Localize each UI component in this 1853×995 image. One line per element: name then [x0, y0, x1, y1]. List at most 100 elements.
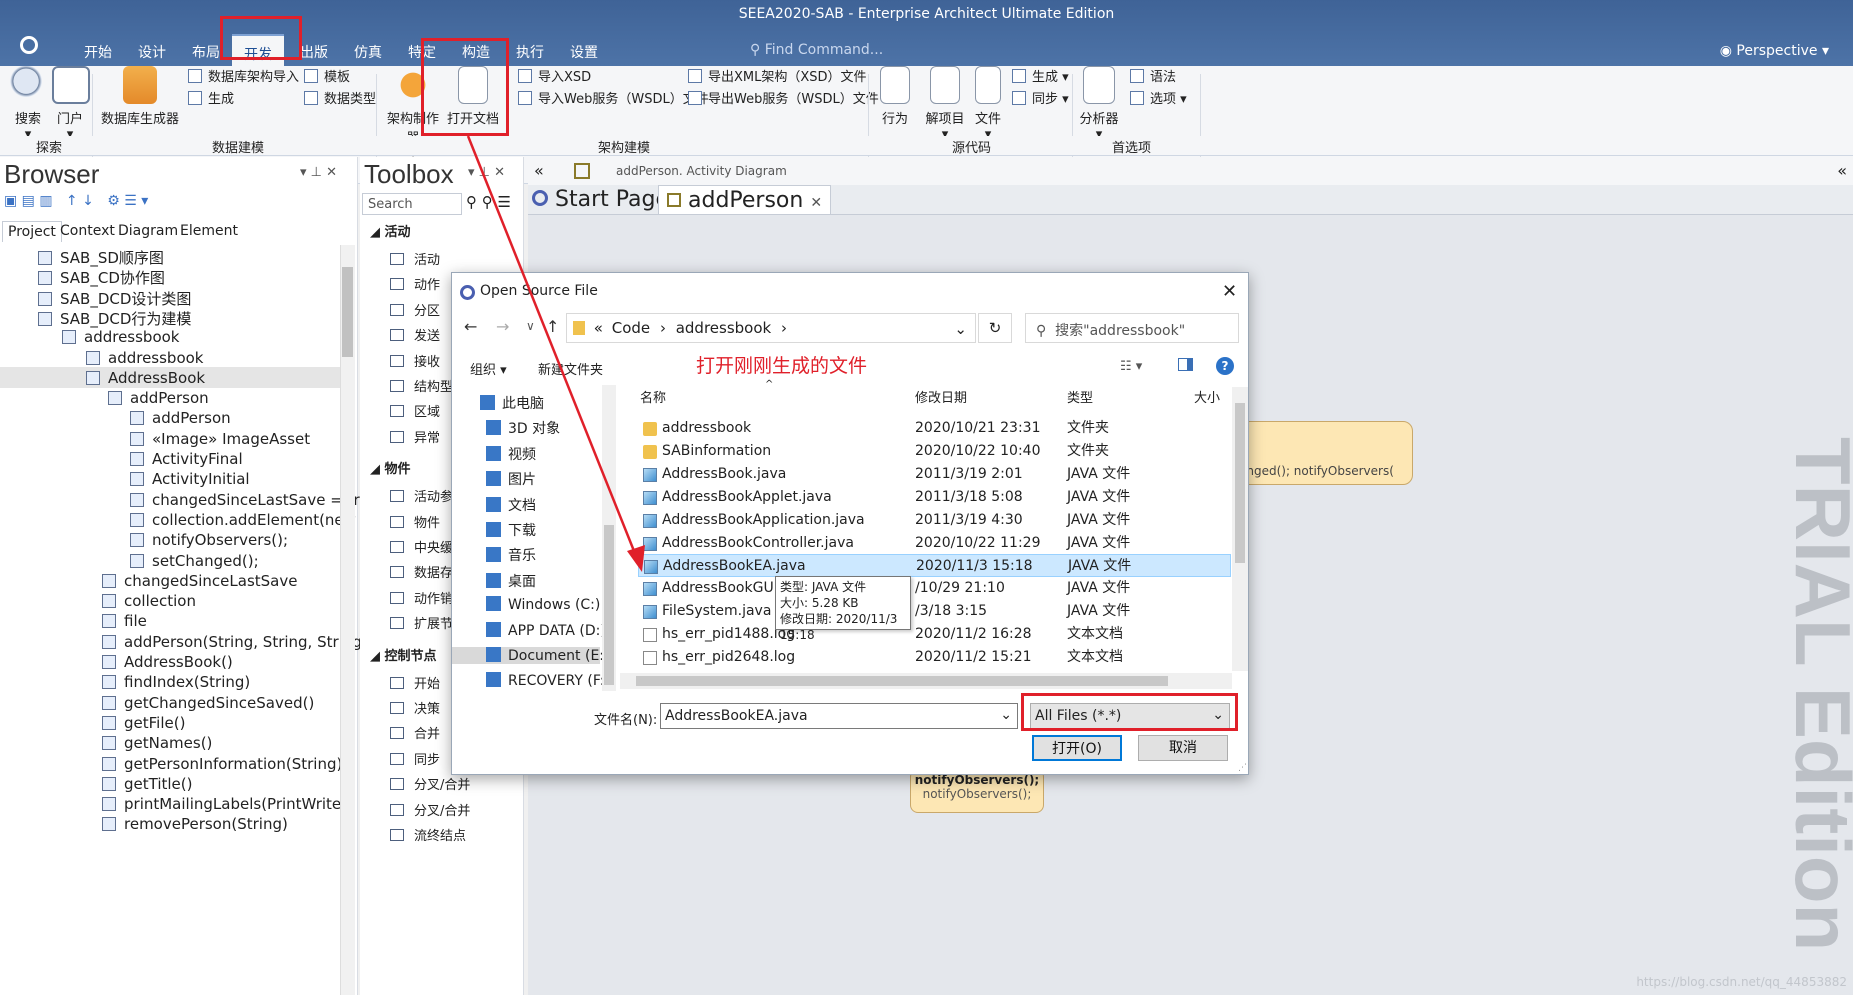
perspective-button[interactable]: ◉ Perspective ▾ — [1720, 43, 1829, 59]
toolbox-search-input[interactable]: Search — [362, 193, 462, 215]
tree-item[interactable]: changedSinceLastSave = tru — [130, 491, 369, 509]
view-options-icon[interactable]: ☷ ▾ — [1120, 359, 1142, 374]
export-wsdl-button[interactable]: 导出Web服务（WSDL）文件 — [688, 88, 879, 107]
col-name[interactable]: 名称 — [640, 387, 666, 406]
file-scroll-thumb-h[interactable] — [636, 676, 1168, 686]
nav-item[interactable]: 音乐 — [486, 545, 536, 565]
nav-item[interactable]: 桌面 — [486, 571, 536, 591]
import-xsd-button[interactable]: 导入XSD — [518, 66, 591, 85]
toolbox-search-icon[interactable]: ⚲ ⚲ ☰ — [466, 193, 511, 211]
toolbox-item[interactable]: 异常 — [390, 427, 440, 446]
help-icon[interactable]: ? — [1216, 357, 1234, 375]
tab-start[interactable]: 开始 — [84, 42, 112, 62]
toolbox-item[interactable]: 区域 — [390, 401, 440, 420]
tree-item[interactable]: removePerson(String) — [102, 815, 288, 833]
toolbox-item[interactable]: 活动 — [390, 249, 440, 268]
file-type-filter[interactable]: All Files (*.*) ⌄ — [1030, 703, 1230, 729]
file-row[interactable]: AddressBookEA.java 2020/11/3 15:18 JAVA 文件 — [638, 554, 1231, 578]
tree-item[interactable]: setChanged(); — [130, 552, 259, 570]
analyzer-button[interactable]: 分析器 ▾ — [1078, 66, 1120, 142]
new-folder-button[interactable]: 新建文件夹 — [538, 359, 603, 378]
file-row[interactable]: AddressBookApplication.java 2011/3/19 4:3… — [638, 509, 1231, 532]
tree-item[interactable]: notifyObservers(); — [130, 531, 288, 549]
grammar-button[interactable]: 语法 — [1130, 66, 1176, 85]
toolbox-item[interactable]: 开始 — [390, 673, 440, 692]
nav-item[interactable]: 文档 — [486, 495, 536, 515]
search-button[interactable]: 搜索 ▾ — [8, 66, 48, 142]
collapse-right-icon[interactable]: « — [1837, 161, 1847, 180]
tree-item[interactable]: printMailingLabels(PrintWriter) — [102, 795, 353, 813]
filter-dropdown-icon[interactable]: ⌄ — [1212, 707, 1224, 723]
portal-button[interactable]: 门户 ▾ — [52, 66, 90, 142]
tab-construct[interactable]: 构造 — [462, 42, 490, 62]
up-button[interactable]: ↑ — [546, 317, 559, 336]
nav-item[interactable]: 下载 — [486, 520, 536, 540]
tree-item[interactable]: collection.addElement(new — [130, 511, 356, 529]
browser-tab-element[interactable]: Element — [180, 223, 238, 239]
tab-develop[interactable]: 开发 — [232, 34, 284, 66]
close-tab-icon[interactable]: ✕ — [810, 195, 822, 211]
toolbox-item[interactable]: 物件 — [390, 512, 440, 531]
db-import-button[interactable]: 数据库架构导入 — [188, 66, 299, 85]
template-button[interactable]: 模板 — [304, 66, 350, 85]
file-row[interactable]: AddressBookApplet.java 2011/3/18 5:08 JAVA… — [638, 486, 1231, 509]
activity-node-notify[interactable]: notifyObservers(); notifyObservers(); — [910, 769, 1044, 813]
solve-button[interactable]: 解项目 ▾ — [922, 66, 968, 142]
file-row[interactable]: AddressBookController.java 2020/10/22 11:… — [638, 532, 1231, 555]
browser-scrollbar[interactable] — [340, 245, 355, 995]
file-row[interactable]: addressbook 2020/10/21 23:31 文件夹 — [638, 417, 1231, 440]
browser-tab-diagram[interactable]: Diagram — [118, 223, 178, 239]
tab-addperson[interactable]: addPerson ✕ — [658, 185, 832, 215]
cancel-button[interactable]: 取消 — [1138, 735, 1228, 761]
toolbox-item[interactable]: 同步 — [390, 749, 440, 768]
toolbox-item[interactable]: 分叉/合并 — [390, 774, 470, 793]
path-code[interactable]: Code — [612, 319, 650, 337]
tree-item[interactable]: «Image» ImageAsset — [130, 430, 310, 448]
col-size[interactable]: 大小 — [1194, 387, 1220, 406]
toolbox-item[interactable]: 扩展节 — [390, 613, 453, 632]
toolbox-section-header[interactable]: ◢ 活动 — [370, 221, 411, 240]
browser-tab-context[interactable]: Context — [60, 223, 115, 239]
refresh-button[interactable]: ↻ — [978, 313, 1012, 343]
back-button[interactable]: ← — [464, 317, 477, 336]
browser-tab-project[interactable]: Project — [2, 221, 62, 242]
path-addressbook[interactable]: addressbook — [676, 319, 772, 337]
tree-item[interactable]: ActivityInitial — [130, 470, 250, 488]
toolbox-item[interactable]: 结构型 — [390, 376, 453, 395]
activity-node[interactable]: anged(); notifyObservers( — [1238, 421, 1413, 485]
nav-item[interactable]: 此电脑 — [480, 393, 544, 413]
nav-item[interactable]: 视频 — [486, 444, 536, 464]
toolbox-item[interactable]: 流终结点 — [390, 825, 466, 844]
file-row[interactable]: AddressBookGUI.ja/10/29 21:10 JAVA 文件 — [638, 577, 1231, 600]
tab-start-page[interactable]: Start Page — [532, 187, 669, 212]
tree-item[interactable]: ActivityFinal — [130, 450, 243, 468]
file-row[interactable]: hs_err_pid2648.log 2020/11/2 15:21 文本文档 — [638, 646, 1231, 669]
address-dropdown-icon[interactable]: ⌄ — [954, 320, 967, 338]
tree-item[interactable]: SAB_CD协作图 — [38, 267, 165, 288]
tab-specific[interactable]: 特定 — [408, 42, 436, 62]
resize-grip-icon[interactable]: ⋰ — [1238, 763, 1247, 773]
toolbox-item[interactable]: 合并 — [390, 723, 440, 742]
toolbox-section-header[interactable]: ◢ 物件 — [370, 458, 411, 477]
file-row[interactable]: AddressBook.java 2011/3/19 2:01 JAVA 文件 — [638, 463, 1231, 486]
tree-item[interactable]: file — [102, 612, 147, 630]
recent-dropdown[interactable]: ∨ — [526, 319, 535, 333]
nav-item[interactable]: APP DATA (D:) — [486, 621, 606, 639]
address-bar[interactable]: « Code › addressbook › ⌄ — [566, 313, 976, 343]
collapse-left-icon[interactable]: « — [534, 161, 544, 180]
tree-item[interactable]: changedSinceLastSave — [102, 572, 297, 590]
options-button[interactable]: 选项 ▾ — [1130, 88, 1187, 107]
tree-item[interactable]: addressbook — [86, 349, 204, 367]
nav-item[interactable]: 3D 对象 — [486, 418, 560, 438]
toolbox-section-header[interactable]: ◢ 控制节点 — [370, 645, 437, 664]
tab-execute[interactable]: 执行 — [516, 42, 544, 62]
nav-item[interactable]: Windows (C:) — [486, 596, 600, 613]
tree-item[interactable]: SAB_DCD行为建模 — [38, 308, 191, 329]
file-row[interactable]: FileSystem.java/3/18 3:15 JAVA 文件 — [638, 600, 1231, 623]
tab-publish[interactable]: 出版 — [300, 42, 328, 62]
find-command-input[interactable]: ⚲ Find Command... — [750, 42, 883, 58]
nav-item[interactable]: Document (E:) — [452, 647, 609, 664]
tab-design[interactable]: 设计 — [138, 42, 166, 62]
browser-toolbar[interactable]: ▣ ▤ ▥ ↑ ↓ ⚙ ☰ ▾ — [4, 193, 354, 215]
open-button[interactable]: 打开(O) — [1032, 735, 1122, 761]
